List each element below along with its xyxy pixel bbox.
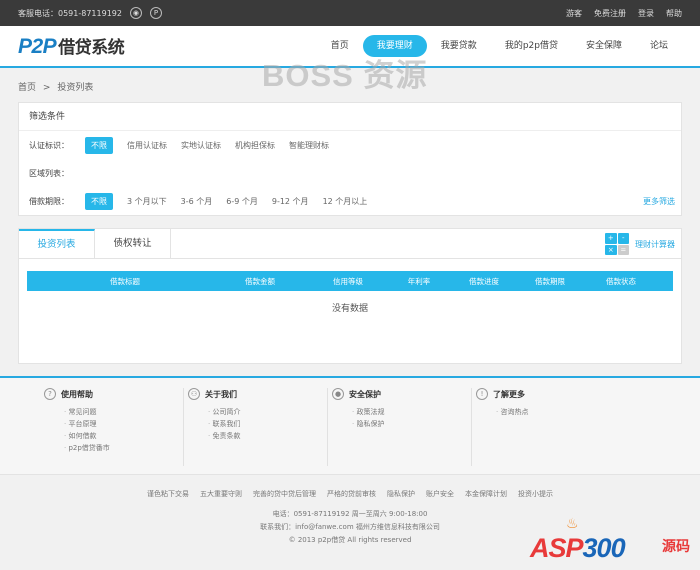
tab-investment-list[interactable]: 投资列表 [19,229,95,258]
filter-title: 筛选条件 [19,103,681,131]
calc-key: + [605,233,617,244]
list-tabs: 投资列表 债权转让 [19,229,681,259]
filter-option[interactable]: 不限 [85,192,113,210]
nav-forum[interactable]: 论坛 [636,35,682,57]
calc-key: × [605,244,617,255]
filter-row-certification: 认证标识： 不限 信用认证标 实地认证标 机构担保标 智能理财标 [19,131,681,159]
footer-link[interactable]: 免责条款 [208,430,327,442]
column-header[interactable]: 信用等级 [297,276,399,287]
column-header[interactable]: 年利率 [399,276,439,287]
footer-column-title: 关于我们 [205,389,237,399]
footer-link[interactable]: p2p借贷番市 [64,442,183,454]
footer-column-title: 了解更多 [493,389,525,399]
footer-bottom-link[interactable]: 隐私保护 [387,489,415,499]
footer-link[interactable]: 公司简介 [208,406,327,418]
footer-bottom-link[interactable]: 本金保障计划 [465,489,507,499]
footer-bottom-link[interactable]: 投资小提示 [518,489,553,499]
footer-link[interactable]: 政策法规 [352,406,471,418]
filter-label: 认证标识： [29,140,69,150]
filter-option[interactable]: 3-6 个月 [181,196,213,207]
footer-column-title: 使用帮助 [61,389,93,399]
footer-link[interactable]: 隐私保护 [352,418,471,430]
asp300-cn: 源码 [662,539,690,555]
filter-option[interactable]: 实地认证标 [181,140,221,151]
footer-bottom-links: 谨色粘下交易 五大重要守则 完善的贷中贷后管理 严格的贷前审核 隐私保护 账户安… [0,489,700,499]
filter-row-region: 区域列表： [19,159,681,187]
tab-debt-transfer[interactable]: 债权转让 [95,229,171,258]
table-header: 借款标题 借款金额 信用等级 年利率 借款进度 借款期限 借款状态 [27,271,673,291]
info-icon: ! [476,388,488,400]
help-link[interactable]: 帮助 [666,8,682,19]
site-logo[interactable]: P2P 借贷系统 [18,33,125,59]
footer-bottom-link[interactable]: 账户安全 [426,489,454,499]
asp300-text: ASP300 [530,533,626,564]
guest-link[interactable]: 游客 [566,8,582,19]
shield-icon: ● [332,388,344,400]
footer-column-security: ● 安全保护 政策法规 隐私保护 [328,388,472,466]
footer-link[interactable]: 联系我们 [208,418,327,430]
question-icon: ? [44,388,56,400]
breadcrumb-current: 投资列表 [57,83,94,93]
nav-loan[interactable]: 我要贷款 [427,35,491,57]
breadcrumb-sep: > [42,83,51,93]
filter-option[interactable]: 智能理财标 [289,140,329,151]
user-icon: ⚇ [188,388,200,400]
footer-column-help: ? 使用帮助 常见问题 平台原理 如何借款 p2p借贷番市 [40,388,184,466]
weibo-icon[interactable]: ◉ [129,7,142,19]
asp300-text-b: 300 [582,533,626,563]
filter-row-term: 借款期限： 不限 3 个月以下 3-6 个月 6-9 个月 9-12 个月 12… [19,187,681,215]
footer-link[interactable]: 如何借款 [64,430,183,442]
nav-my-p2p[interactable]: 我的p2p借贷 [491,35,572,57]
asp300-text-a: ASP [530,533,584,563]
calc-key: - [617,233,629,244]
column-header[interactable]: 借款期限 [529,276,571,287]
filter-option[interactable]: 不限 [85,136,113,154]
column-header[interactable]: 借款状态 [571,276,671,287]
footer-link[interactable]: 平台原理 [64,418,183,430]
column-header[interactable]: 借款标题 [27,276,223,287]
more-filters-link[interactable]: 更多筛选 [643,196,675,207]
asp300-logo: ♨ ASP300 源码 [524,516,694,570]
calculator-icon: + - × = [605,233,629,255]
logo-latin: P2P [18,35,57,58]
filter-option[interactable]: 12 个月以上 [323,196,368,207]
footer-bottom-link[interactable]: 谨色粘下交易 [147,489,189,499]
logo-cn: 借贷系统 [58,38,125,57]
calculator-label: 理财计算器 [635,239,675,249]
service-phone: 客服电话：0591-87119192 [18,8,122,18]
filter-label: 借款期限： [29,196,69,206]
footer-bottom-link[interactable]: 五大重要守则 [200,489,242,499]
watermark: BOSS 资源 [262,58,428,93]
footer-links: ? 使用帮助 常见问题 平台原理 如何借款 p2p借贷番市 ⚇ 关于我们 公司简介 … [0,376,700,474]
footer-link[interactable]: 咨询热点 [496,406,616,418]
calc-key: = [617,244,629,255]
empty-message: 没有数据 [331,304,368,314]
footer-column-about: ⚇ 关于我们 公司简介 联系我们 免责条款 [184,388,328,466]
login-link[interactable]: 登录 [638,8,654,19]
footer-column-more: ! 了解更多 咨询热点 [472,388,616,466]
filter-option[interactable]: 3 个月以下 [127,196,167,207]
register-link[interactable]: 免费注册 [594,8,626,19]
breadcrumb-home[interactable]: 首页 [18,83,36,93]
calculator-button[interactable]: + - × = 理财计算器 [605,233,675,255]
investment-list-panel: 投资列表 债权转让 + - × = 理财计算器 借款标题 借款金额 信用等级 年… [18,228,682,364]
footer-bottom-link[interactable]: 完善的贷中贷后管理 [253,489,316,499]
footer-link[interactable]: 常见问题 [64,406,183,418]
p-circle-icon[interactable]: P [149,7,162,19]
column-header[interactable]: 借款金额 [223,276,297,287]
filter-option[interactable]: 9-12 个月 [272,196,309,207]
top-bar: 客服电话：0591-87119192 ◉ P 游客 免费注册 登录 帮助 [0,0,700,26]
footer-column-title: 安全保护 [349,389,381,399]
filter-panel: 筛选条件 认证标识： 不限 信用认证标 实地认证标 机构担保标 智能理财标 区域… [18,102,682,216]
nav-security[interactable]: 安全保障 [572,35,636,57]
filter-option[interactable]: 6-9 个月 [226,196,258,207]
filter-option[interactable]: 机构担保标 [235,140,275,151]
footer-bottom-link[interactable]: 严格的贷前审核 [327,489,376,499]
filter-option[interactable]: 信用认证标 [127,140,167,151]
flame-icon: ♨ [566,516,579,532]
filter-label: 区域列表： [29,168,69,178]
column-header[interactable]: 借款进度 [439,276,529,287]
